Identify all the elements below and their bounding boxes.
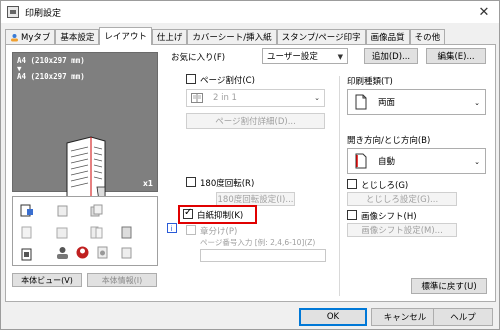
device-icon-panel	[12, 196, 158, 266]
user-icon	[11, 34, 18, 42]
tab-image-quality[interactable]: 画像品質	[365, 29, 410, 45]
favorites-value: ユーザー設定	[267, 52, 318, 62]
combine-checkbox[interactable]	[186, 74, 196, 84]
tab-bar: Myタブ 基本設定 レイアウト 仕上げ カバーシート/挿入紙 スタンプ/ページ印…	[5, 27, 446, 45]
help-button[interactable]: ヘルプ	[433, 308, 493, 326]
add-favorite-button[interactable]: 追加(D)...	[364, 48, 418, 64]
chevron-down-icon: ⌄	[474, 99, 480, 107]
favorites-select[interactable]: ユーザー設定 ▼	[262, 48, 348, 64]
preview-original-size: A4 (210x297 mm)	[17, 56, 85, 65]
combine-value: 2 in 1	[213, 93, 237, 103]
printer-view-button[interactable]: 本体ビュー(V)	[12, 273, 82, 287]
title-bar: 印刷設定 ✕	[1, 1, 499, 23]
duplex-icon[interactable]	[89, 225, 104, 240]
rotate-180-settings-button[interactable]: 180度回転設定(I)...	[216, 192, 295, 206]
print-type-select[interactable]: 両面 ⌄	[347, 89, 486, 115]
binding-left-icon	[355, 153, 367, 169]
svg-text:i: i	[171, 225, 173, 233]
booklet-icon[interactable]	[55, 225, 70, 240]
tray-icon[interactable]	[55, 203, 70, 218]
binding-direction-value: 自動	[378, 157, 396, 167]
combine-label: ページ割付(C)	[200, 76, 255, 86]
chapters-checkbox[interactable]	[186, 225, 196, 235]
reset-defaults-button[interactable]: 標準に戻す(U)	[411, 278, 487, 294]
page-preview: A4 (210x297 mm) ▼ A4 (210x297 mm) x1	[12, 52, 158, 204]
fold-icon[interactable]	[119, 225, 134, 240]
info-icon: i	[167, 223, 177, 233]
document-icon[interactable]	[19, 225, 34, 240]
rotate-180-checkbox[interactable]	[186, 177, 196, 187]
chapters-label: 章分け(P)	[200, 227, 238, 237]
combine-details-button[interactable]: ページ割付詳細(D)...	[186, 113, 325, 129]
binding-margin-settings-button[interactable]: とじしろ設定(G)...	[347, 192, 457, 206]
page-number-input[interactable]	[200, 249, 326, 262]
preview-output-size: A4 (210x297 mm)	[17, 72, 85, 81]
tab-basic[interactable]: 基本設定	[55, 29, 100, 45]
chevron-down-icon: ▼	[337, 53, 343, 61]
binding-direction-label: 開き方向/とじ方向(B)	[347, 136, 431, 146]
printer-icon	[7, 6, 19, 18]
paper-feed-icon[interactable]	[19, 203, 34, 218]
print-settings-window: 印刷設定 ✕ Myタブ 基本設定 レイアウト 仕上げ カバーシート/挿入紙 スタ…	[0, 0, 500, 330]
chevron-down-icon: ⌄	[314, 94, 320, 102]
favorites-label: お気に入り(F)	[171, 53, 226, 63]
separator	[339, 76, 340, 296]
rotate-180-label: 180度回転(R)	[200, 179, 255, 189]
combine-select[interactable]: 2 in 1 ⌄	[186, 89, 325, 107]
highlight-box	[178, 205, 257, 224]
printer-info-button[interactable]: 本体情報(I)	[87, 273, 157, 287]
user-auth-icon[interactable]	[55, 245, 70, 260]
binding-margin-label: とじしろ(G)	[361, 181, 409, 191]
account-track-icon[interactable]	[75, 245, 90, 260]
tab-other[interactable]: その他	[409, 29, 446, 45]
image-shift-label: 画像シフト(H)	[361, 212, 417, 222]
tab-finishing[interactable]: 仕上げ	[151, 29, 188, 45]
image-shift-settings-button[interactable]: 画像シフト設定(M)...	[347, 223, 457, 237]
cancel-button[interactable]: キャンセル	[371, 308, 439, 326]
duplex-document-icon	[355, 94, 367, 110]
dialog-footer: OK キャンセル ヘルプ	[1, 302, 499, 330]
paper-stack-icon[interactable]	[89, 203, 104, 218]
window-title: 印刷設定	[25, 8, 62, 19]
image-shift-checkbox[interactable]	[347, 210, 357, 220]
page-number-input-label: ページ番号入力 [例: 2,4,6-10](Z)	[200, 238, 316, 247]
preview-copies: x1	[142, 179, 153, 188]
edit-favorite-button[interactable]: 編集(E)...	[426, 48, 486, 64]
chevron-down-icon: ⌄	[474, 158, 480, 166]
secure-print-icon[interactable]	[95, 245, 110, 260]
two-in-one-icon	[191, 93, 203, 103]
tab-cover-sheet[interactable]: カバーシート/挿入紙	[187, 29, 277, 45]
booklet-preview-icon	[66, 136, 106, 204]
ok-button[interactable]: OK	[299, 308, 367, 326]
tab-stamp[interactable]: スタンプ/ページ印字	[276, 29, 366, 45]
box-save-icon[interactable]	[119, 245, 134, 260]
tab-my-tab[interactable]: Myタブ	[5, 29, 56, 45]
binding-direction-select[interactable]: 自動 ⌄	[347, 148, 486, 174]
binding-margin-checkbox[interactable]	[347, 179, 357, 189]
close-button[interactable]: ✕	[469, 1, 499, 23]
print-type-value: 両面	[378, 98, 396, 108]
staple-icon[interactable]	[19, 247, 34, 262]
print-type-label: 印刷種類(T)	[347, 77, 393, 87]
tab-layout[interactable]: レイアウト	[99, 27, 152, 45]
